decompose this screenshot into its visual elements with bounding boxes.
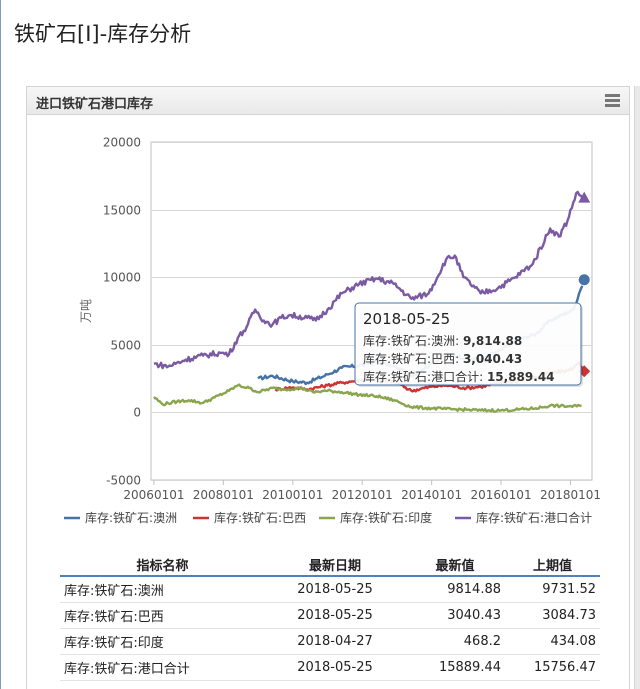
tooltip-value: 3,040.43 (463, 352, 522, 366)
cell-name: 库存:铁矿石:澳洲 (60, 576, 265, 603)
tooltip-row: 库存:铁矿石:澳洲: 9,814.88 (363, 333, 522, 348)
x-tick-label: 20060101 (123, 488, 184, 502)
tooltip-value: 15,889.44 (487, 370, 555, 384)
y-tick-label: 20000 (103, 136, 141, 150)
cell-name: 库存:铁矿石:港口合计 (60, 654, 265, 681)
cell-date: 2018-05-25 (265, 654, 405, 681)
legend-label: 库存:铁矿石:巴西 (214, 510, 306, 525)
tooltip-label: 库存:铁矿石:巴西: (363, 351, 463, 366)
cell-previous: 434.08 (505, 628, 600, 655)
cell-previous: 3084.73 (505, 602, 600, 629)
table-row: 库存:铁矿石:印度 2018-04-27 468.2 434.08 (60, 628, 600, 655)
x-tick-label: 20080101 (193, 488, 254, 502)
header-latest-value: 最新值 (405, 553, 505, 577)
series-line-3 (153, 383, 582, 413)
y-tick-label: 15000 (103, 204, 141, 218)
table-header-row: 指标名称 最新日期 最新值 上期值 (60, 553, 600, 577)
x-tick-label: 20120101 (332, 488, 393, 502)
table-row: 库存:铁矿石:巴西 2018-05-25 3040.43 3084.73 (60, 602, 600, 629)
x-tick-label: 20140101 (401, 488, 462, 502)
y-tick-label: 5000 (110, 339, 141, 353)
series-end-marker (577, 273, 591, 287)
cell-previous: 9731.52 (505, 576, 600, 603)
tooltip-label: 库存:铁矿石:港口合计: (363, 369, 487, 384)
tooltip-row: 库存:铁矿石:巴西: 3,040.43 (363, 351, 522, 366)
header-latest-date: 最新日期 (265, 553, 405, 577)
cell-previous: 15756.47 (505, 654, 600, 681)
cell-date: 2018-04-27 (265, 628, 405, 655)
tooltip-row: 库存:铁矿石:港口合计: 15,889.44 (363, 369, 555, 384)
tooltip-date: 2018-05-25 (363, 310, 450, 328)
cell-name: 库存:铁矿石:巴西 (60, 602, 265, 629)
y-axis-label: 万吨 (79, 299, 93, 323)
tooltip-label: 库存:铁矿石:澳洲: (363, 333, 463, 348)
tooltip-value: 9,814.88 (463, 334, 522, 348)
header-previous-value: 上期值 (505, 553, 600, 577)
table-row: 库存:铁矿石:澳洲 2018-05-25 9814.88 9731.52 (60, 576, 600, 603)
legend-label: 库存:铁矿石:澳洲 (85, 510, 177, 525)
cell-latest: 15889.44 (405, 654, 505, 681)
cell-latest: 468.2 (405, 628, 505, 655)
cell-name: 库存:铁矿石:印度 (60, 628, 265, 655)
y-tick-label: 10000 (103, 271, 141, 285)
cell-date: 2018-05-25 (265, 602, 405, 629)
table-row: 库存:铁矿石:港口合计 2018-05-25 15889.44 15756.47 (60, 654, 600, 681)
cell-date: 2018-05-25 (265, 576, 405, 603)
x-tick-label: 20100101 (262, 488, 323, 502)
legend-label: 库存:铁矿石:港口合计 (476, 510, 592, 525)
indicator-table: 指标名称 最新日期 最新值 上期值 库存:铁矿石:澳洲 2018-05-25 9… (60, 553, 600, 681)
series-end-marker (578, 191, 591, 203)
x-tick-label: 20160101 (471, 488, 532, 502)
y-tick-label: -5000 (106, 474, 141, 488)
cell-latest: 9814.88 (405, 576, 505, 603)
legend-label: 库存:铁矿石:印度 (340, 510, 432, 525)
cell-latest: 3040.43 (405, 602, 505, 629)
x-tick-label: 20180101 (540, 488, 601, 502)
y-tick-label: 0 (133, 406, 141, 420)
header-indicator-name: 指标名称 (60, 553, 265, 577)
